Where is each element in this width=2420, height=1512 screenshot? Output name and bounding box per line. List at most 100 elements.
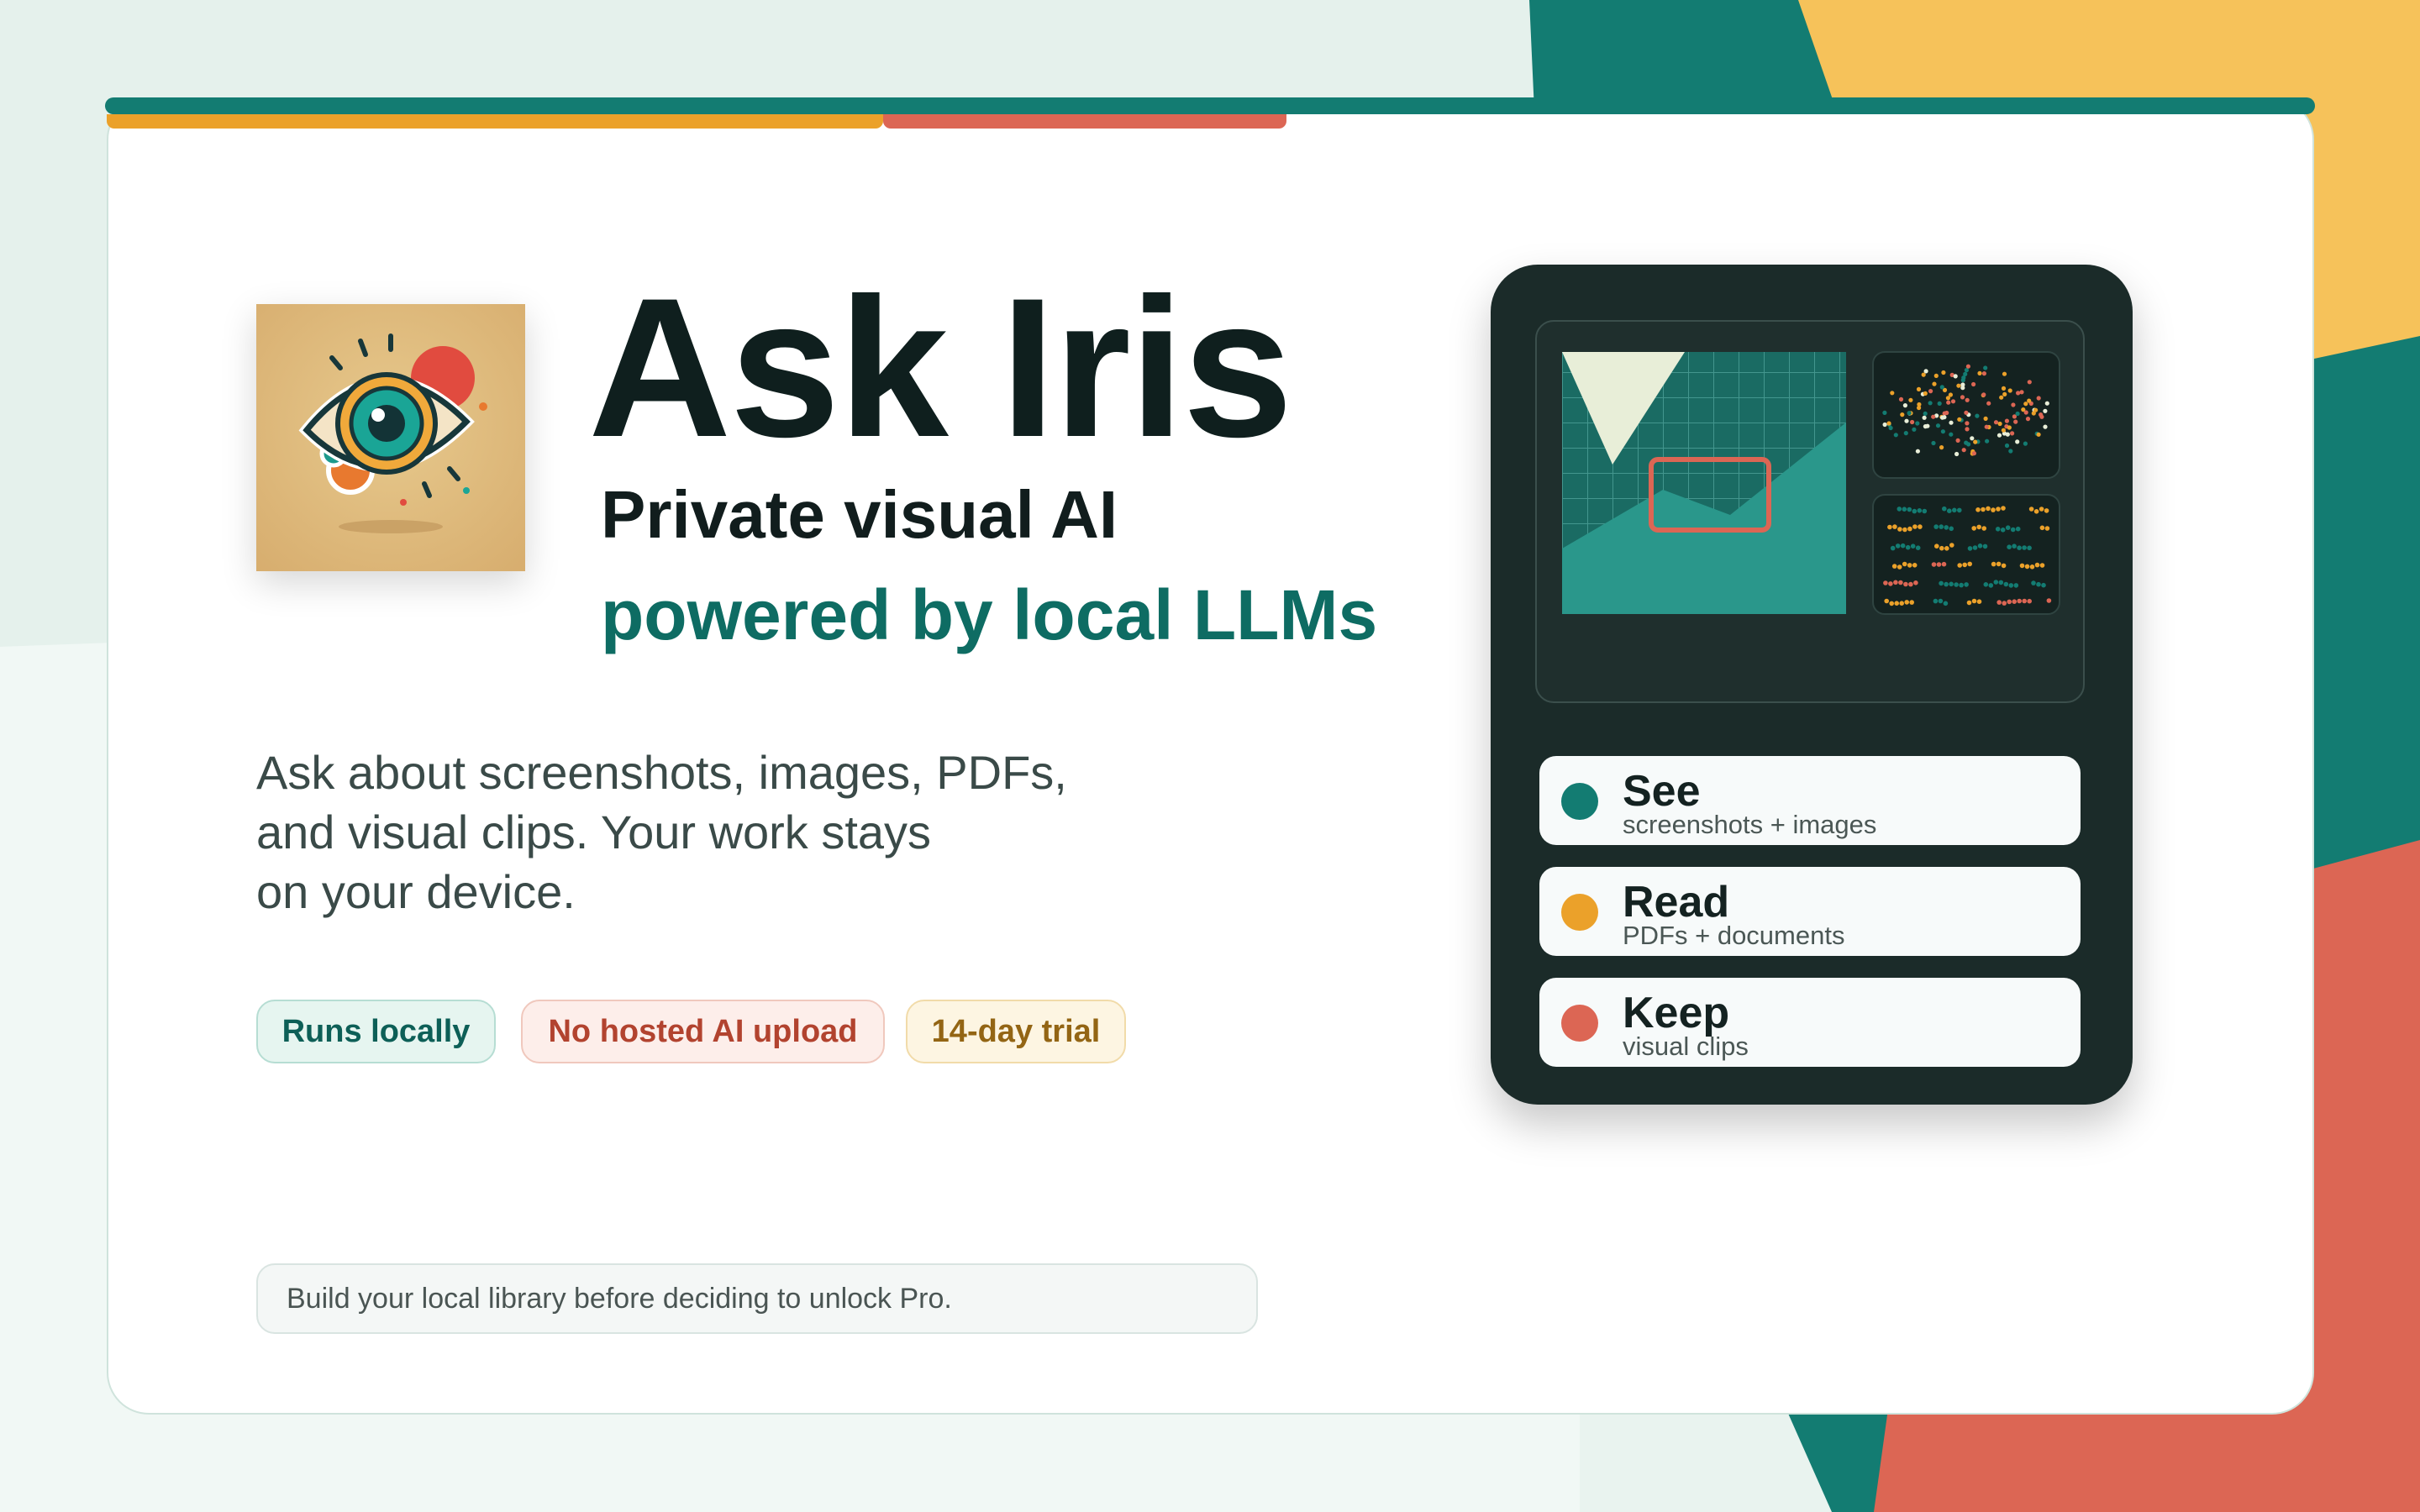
text-dot (1947, 508, 1952, 513)
text-dot (1977, 543, 1983, 549)
text-dot (1918, 524, 1923, 529)
text-dot (2039, 507, 2044, 512)
text-dot (2003, 581, 2009, 587)
scatter-dot (2001, 386, 2007, 391)
text-dot (2028, 507, 2034, 512)
scatter-dot (2002, 371, 2007, 376)
scatter-dot (1921, 372, 1926, 377)
text-dot (2019, 563, 2025, 569)
scatter-dot (1942, 411, 1947, 416)
scatter-dot (1928, 389, 1933, 394)
text-dot (1959, 582, 1964, 588)
scatter-dot (2002, 391, 2007, 396)
scatter-dot (1931, 414, 1936, 419)
text-dot (1941, 561, 1947, 567)
badge-runs-locally: Runs locally (256, 1000, 496, 1063)
scatter-dot (1965, 364, 1970, 369)
text-dot (1912, 563, 1918, 568)
scatter-dot (1893, 433, 1898, 438)
text-dot (1883, 580, 1888, 585)
scatter-dot (2001, 428, 2006, 433)
scatter-dot (1971, 381, 1976, 387)
text-dot (1934, 543, 1939, 549)
scatter-dot (1984, 424, 1989, 429)
scatter-dot (1985, 438, 1990, 444)
text-dot (1910, 543, 1916, 549)
text-dot (1897, 527, 1902, 532)
text-dot (2027, 598, 2032, 604)
text-dot (1939, 545, 1944, 551)
scatter-dot (1932, 381, 1937, 386)
text-dot (1976, 524, 1981, 530)
text-dot (2013, 583, 2019, 588)
text-dot (1998, 580, 2004, 585)
scatter-dot (1939, 445, 1944, 450)
scatter-dot (1928, 401, 1933, 406)
scatter-dot (2023, 410, 2028, 415)
text-dot (1995, 527, 2001, 532)
text-dot (1898, 580, 1903, 585)
text-dot (1907, 507, 1912, 512)
text-dot (2039, 563, 2045, 568)
scatter-dot (1957, 417, 1962, 422)
text-dot (1957, 563, 1962, 568)
text-dot (1981, 507, 1986, 512)
description: Ask about screenshots, images, PDFs, and… (256, 743, 1181, 921)
text-dot (2029, 564, 2035, 570)
text-dot (1884, 598, 1889, 604)
text-dot (1939, 524, 1944, 529)
text-dot (2001, 563, 2007, 569)
scatter-dot (1935, 423, 1941, 428)
scatter-dot (1904, 418, 1909, 423)
scatter-dot (1964, 440, 1969, 445)
scatter-dot (2025, 417, 2031, 422)
text-dot (1894, 601, 1899, 606)
text-dot (2015, 526, 2021, 532)
text-dot (1895, 543, 1901, 549)
scatter-dot (1942, 415, 1947, 420)
feature-keep: Keep visual clips (1539, 978, 2081, 1067)
scatter-dot (2023, 402, 2028, 407)
scatter-dot (2044, 401, 2049, 406)
text-dot (2012, 543, 2017, 549)
text-dot (2031, 580, 2036, 585)
text-dot (1902, 561, 1907, 567)
badge-trial: 14-day trial (906, 1000, 1126, 1063)
text-dot (1913, 580, 1918, 585)
scatter-dot (1948, 392, 1953, 397)
scatter-dot (1965, 421, 1970, 426)
scatter-dot (2039, 414, 2044, 419)
text-dot (2027, 545, 2032, 551)
text-dot (2017, 598, 2022, 604)
scatter-dot (1981, 371, 1986, 376)
scatter-dot (1999, 395, 2004, 400)
preview-screen (1535, 320, 2085, 703)
feature-see: See screenshots + images (1539, 756, 2081, 845)
scatter-dot (1964, 410, 1969, 415)
text-dot (1944, 546, 1949, 551)
scatter-dot (1890, 391, 1895, 396)
feature-title: Keep (1623, 989, 1730, 1037)
text-dot (1888, 581, 1893, 586)
text-dot (1981, 526, 1986, 531)
description-line: Ask about screenshots, images, PDFs, (256, 746, 1067, 799)
text-dot (2008, 583, 2014, 588)
text-dot (1892, 524, 1897, 529)
text-dot (2005, 525, 2011, 530)
text-dot (1967, 546, 1973, 551)
text-dot (1949, 526, 1954, 532)
text-dot (1942, 506, 1947, 512)
scatter-dot (2008, 449, 2013, 454)
text-dot (1900, 543, 1906, 549)
text-dot (1939, 580, 1944, 586)
feature-read: Read PDFs + documents (1539, 867, 2081, 956)
text-dot (1986, 506, 1991, 512)
feature-title: Read (1623, 878, 1730, 927)
scatter-dot (2010, 431, 2015, 436)
scatter-dot (1882, 422, 1887, 428)
text-dot (1915, 545, 1921, 550)
text-dot (1975, 507, 1981, 512)
scatter-dot (1931, 440, 1936, 446)
text-dot (1902, 527, 1907, 533)
scatter-dot (1907, 411, 1912, 416)
